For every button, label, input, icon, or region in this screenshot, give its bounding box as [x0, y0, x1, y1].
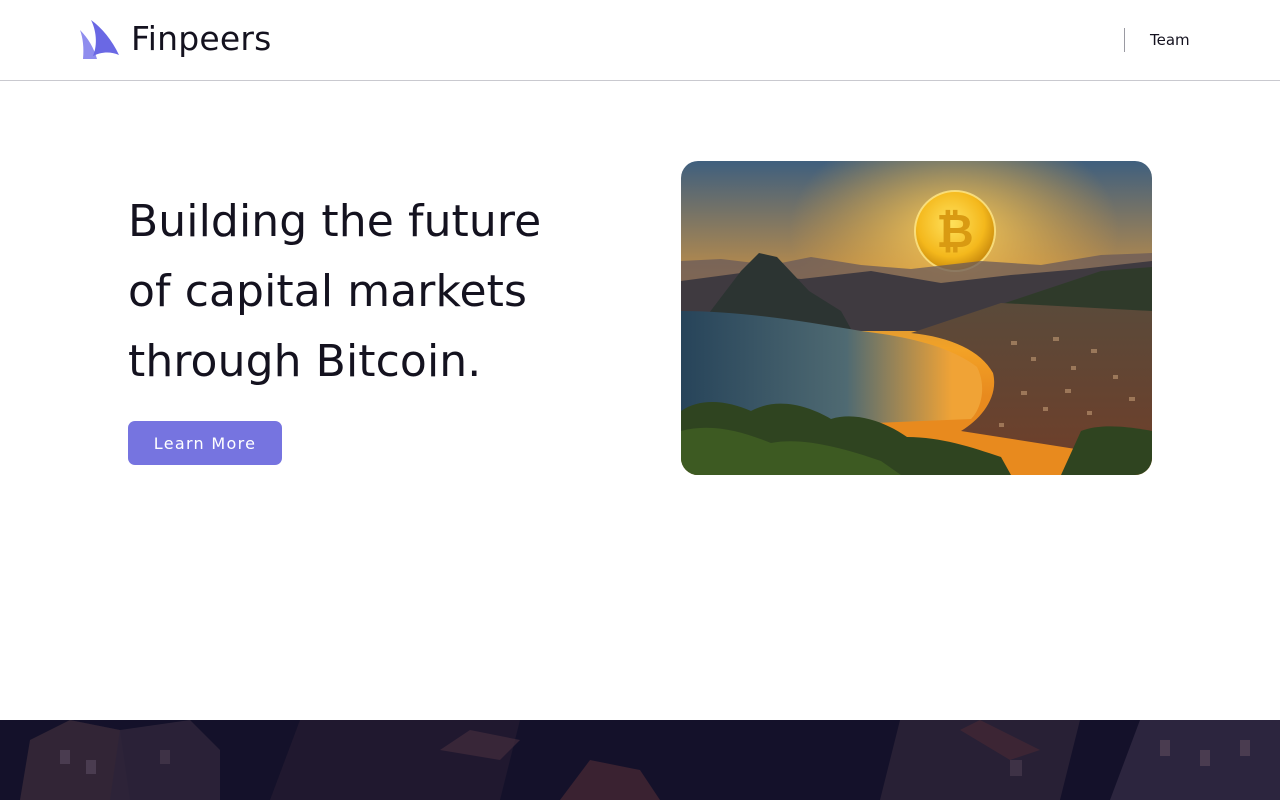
hero-title-line: through Bitcoin.	[128, 336, 482, 387]
footer-banner	[0, 720, 1280, 800]
svg-text:₿: ₿	[936, 204, 974, 258]
sail-logo-icon	[80, 18, 120, 60]
hero-title-line: of capital markets	[128, 266, 528, 317]
hero-image: ₿	[681, 161, 1152, 475]
hero-title-line: Building the future	[128, 196, 542, 247]
brand-logo-link[interactable]: Finpeers	[80, 18, 272, 60]
site-header: Finpeers Team	[0, 0, 1280, 81]
brand-name: Finpeers	[131, 19, 272, 58]
nav-link-team[interactable]: Team	[1150, 30, 1190, 50]
learn-more-button[interactable]: Learn More	[128, 421, 282, 465]
hero-title: Building the future of capital markets t…	[128, 187, 608, 397]
nav-divider	[1124, 28, 1125, 52]
